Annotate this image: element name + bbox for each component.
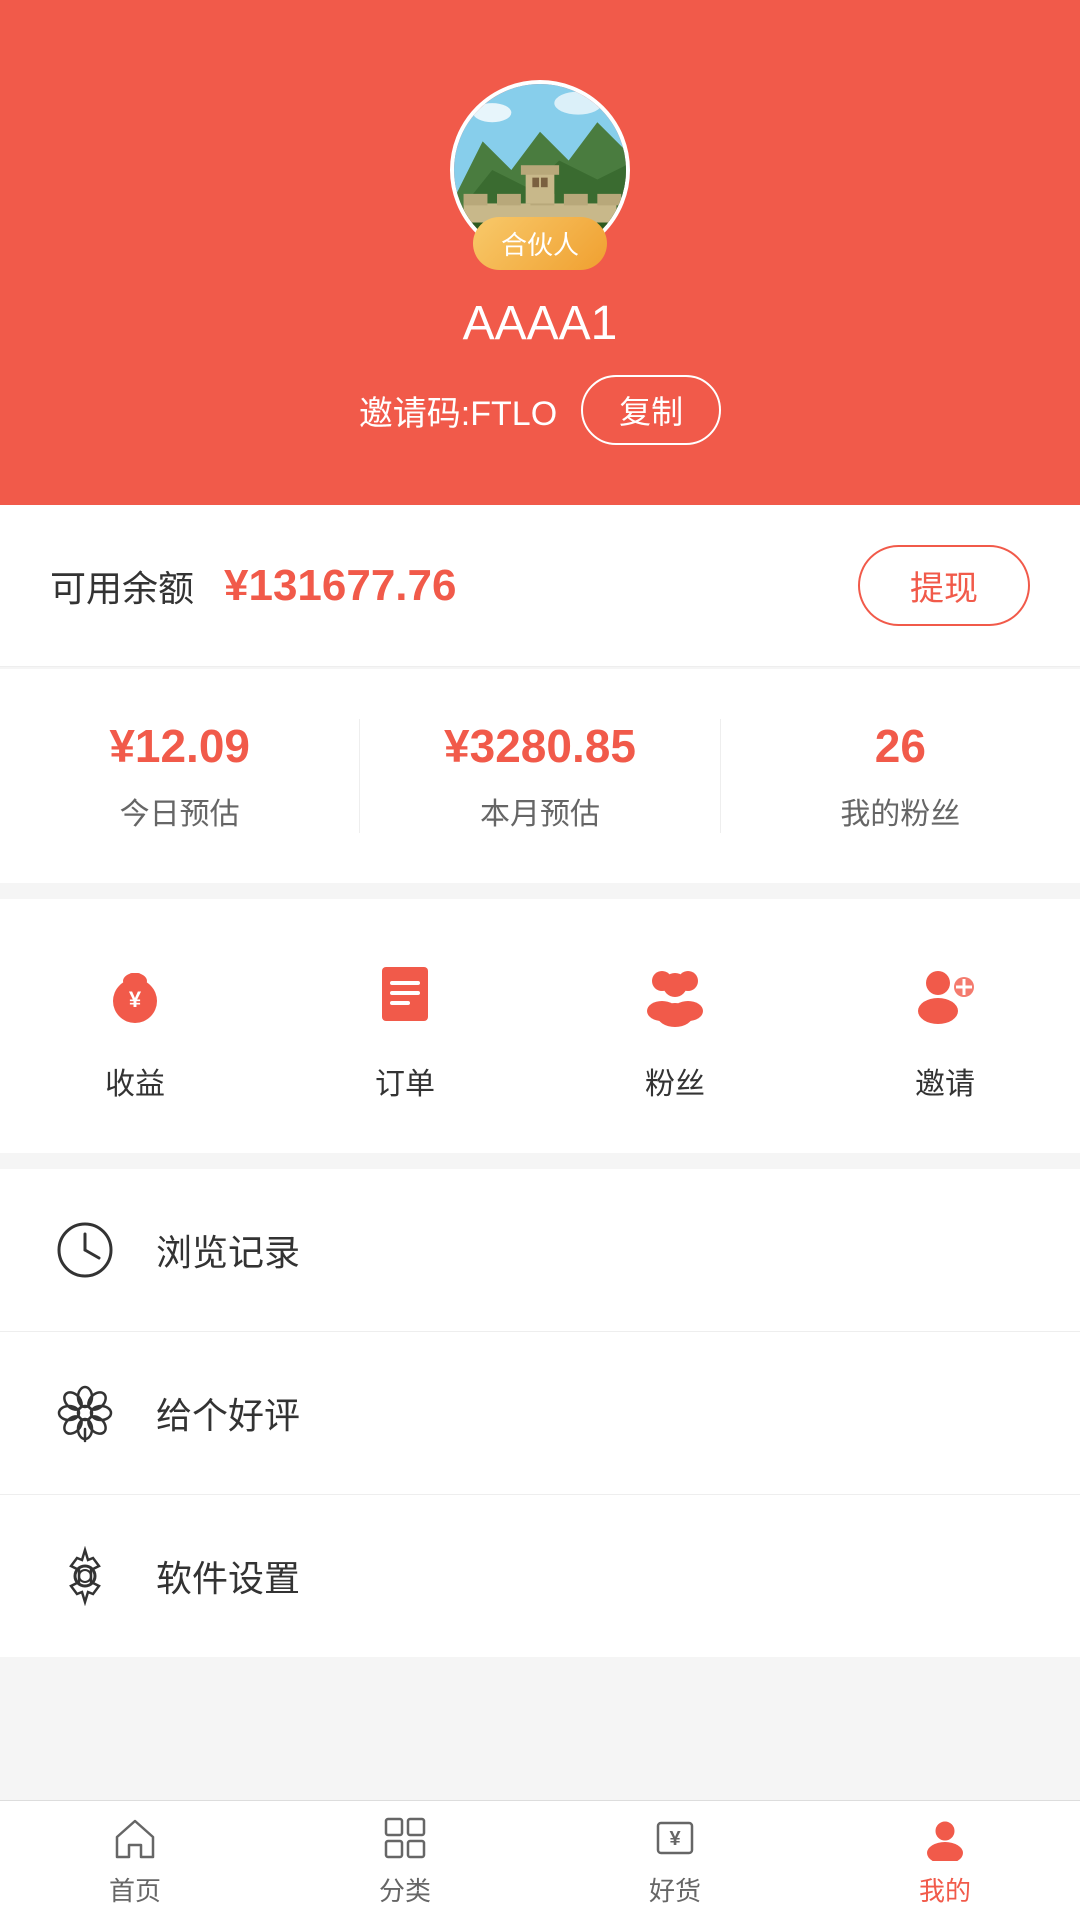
- nav-item-category[interactable]: 分类: [270, 1801, 540, 1920]
- balance-left: 可用余额 ¥131677.76: [50, 560, 456, 612]
- username: AAAA1: [463, 296, 618, 351]
- menu-text-browse-history: 浏览记录: [156, 1224, 300, 1276]
- nav-item-mine[interactable]: 我的: [810, 1801, 1080, 1920]
- action-label-invite: 邀请: [915, 1059, 975, 1103]
- mine-nav-label: 我的: [919, 1871, 971, 1908]
- invite-icon: [900, 949, 990, 1039]
- action-item-invite[interactable]: 邀请: [810, 949, 1080, 1103]
- menu-item-browse-history[interactable]: 浏览记录: [0, 1169, 1080, 1332]
- stat-label: 我的粉丝: [840, 789, 960, 833]
- action-item-fans[interactable]: 粉丝: [540, 949, 810, 1103]
- stats-section: ¥12.09 今日预估 ¥3280.85 本月预估 26 我的粉丝: [0, 669, 1080, 891]
- goods-nav-label: 好货: [649, 1871, 701, 1908]
- home-nav-label: 首页: [109, 1871, 161, 1908]
- svg-text:¥: ¥: [669, 1828, 681, 1850]
- home-nav-icon: [110, 1813, 160, 1863]
- avatar-wrapper: 合伙人: [450, 80, 630, 260]
- balance-label: 可用余额: [50, 560, 194, 612]
- settings-icon: [50, 1541, 120, 1611]
- category-nav-label: 分类: [379, 1871, 431, 1908]
- action-item-earnings[interactable]: ¥ 收益: [0, 949, 270, 1103]
- nav-item-home[interactable]: 首页: [0, 1801, 270, 1920]
- action-item-orders[interactable]: 订单: [270, 949, 540, 1103]
- balance-amount: ¥131677.76: [224, 561, 456, 611]
- stat-value: ¥3280.85: [444, 719, 636, 773]
- action-label-earnings: 收益: [105, 1059, 165, 1103]
- stat-value: ¥12.09: [109, 719, 250, 773]
- menu-text-review: 给个好评: [156, 1387, 300, 1439]
- action-label-orders: 订单: [375, 1059, 435, 1103]
- menu-section: 浏览记录 给个好评 软件设置: [0, 1169, 1080, 1657]
- withdraw-button[interactable]: 提现: [858, 545, 1030, 626]
- category-nav-icon: [380, 1813, 430, 1863]
- invite-row: 邀请码:FTLO 复制: [359, 375, 721, 445]
- bottom-nav: 首页 分类 ¥ 好货 我的: [0, 1800, 1080, 1920]
- partner-badge: 合伙人: [473, 217, 607, 270]
- menu-item-review[interactable]: 给个好评: [0, 1332, 1080, 1495]
- stat-item-我的粉丝: 26 我的粉丝: [720, 719, 1080, 833]
- clock-icon: [50, 1215, 120, 1285]
- header-section: 合伙人 AAAA1 邀请码:FTLO 复制: [0, 0, 1080, 505]
- goods-nav-icon: ¥: [650, 1813, 700, 1863]
- fans-icon: [630, 949, 720, 1039]
- menu-text-settings: 软件设置: [156, 1550, 300, 1602]
- invite-code-text: 邀请码:FTLO: [359, 386, 557, 435]
- stat-item-今日预估: ¥12.09 今日预估: [0, 719, 359, 833]
- balance-section: 可用余额 ¥131677.76 提现: [0, 505, 1080, 667]
- stat-item-本月预估: ¥3280.85 本月预估: [359, 719, 719, 833]
- nav-item-goods[interactable]: ¥ 好货: [540, 1801, 810, 1920]
- money-bag-icon: ¥: [90, 949, 180, 1039]
- svg-text:¥: ¥: [129, 987, 142, 1012]
- actions-section: ¥ 收益 订单 粉丝 邀请: [0, 899, 1080, 1161]
- orders-icon: [360, 949, 450, 1039]
- menu-item-settings[interactable]: 软件设置: [0, 1495, 1080, 1657]
- mine-nav-icon: [920, 1813, 970, 1863]
- stat-value: 26: [875, 719, 926, 773]
- stat-label: 本月预估: [480, 789, 600, 833]
- stat-label: 今日预估: [120, 789, 240, 833]
- copy-button[interactable]: 复制: [581, 375, 721, 445]
- action-label-fans: 粉丝: [645, 1059, 705, 1103]
- flower-icon: [50, 1378, 120, 1448]
